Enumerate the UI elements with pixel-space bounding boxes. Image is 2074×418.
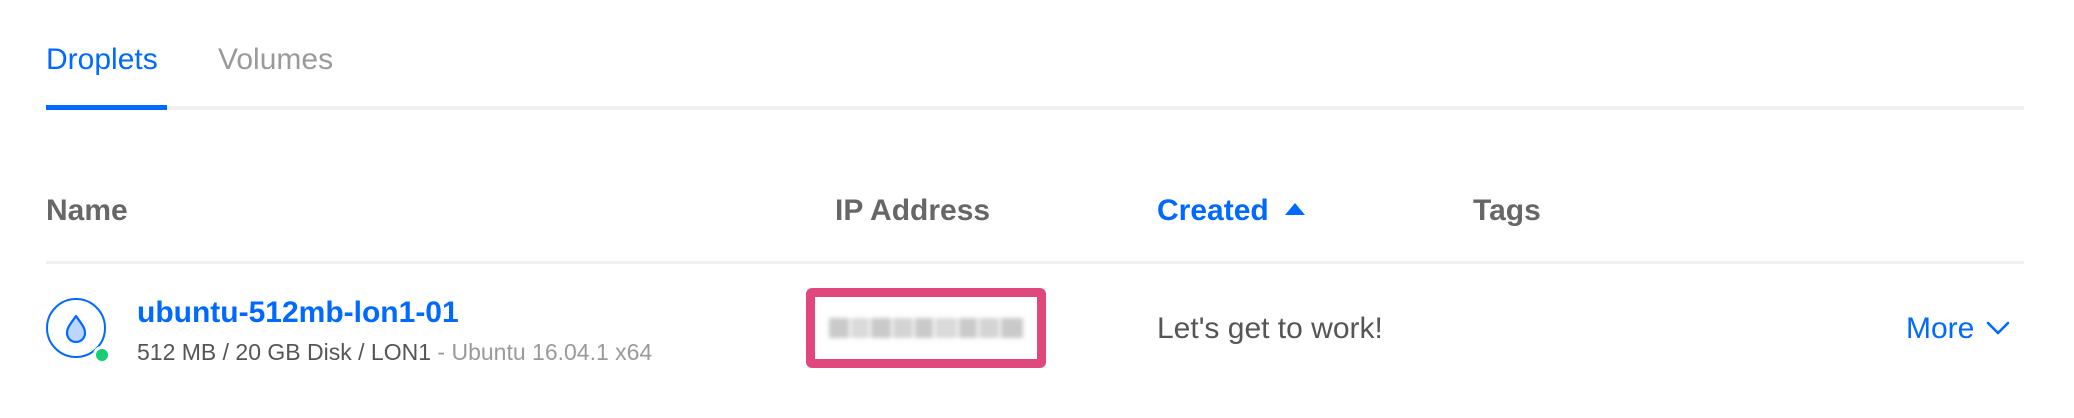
more-button-label: More [1906, 312, 1975, 345]
tab-droplets[interactable]: Droplets [46, 38, 158, 82]
column-header-created-label: Created [1157, 194, 1269, 227]
droplet-specs: 512 MB / 20 GB Disk / LON1 [137, 339, 432, 365]
droplet-separator: - [431, 339, 452, 365]
column-header-tags: Tags [1473, 194, 1541, 227]
ip-address-blur [829, 316, 1025, 340]
status-active-indicator [93, 346, 111, 364]
column-header-name[interactable]: Name [46, 188, 128, 234]
droplet-image: Ubuntu 16.04.1 x64 [451, 339, 653, 365]
more-button[interactable]: More [1906, 309, 2010, 349]
active-tab-indicator [46, 105, 167, 110]
sort-ascending-icon [1284, 203, 1305, 215]
tab-bar: Droplets Volumes [46, 0, 2024, 112]
chevron-down-icon [1987, 321, 2010, 335]
header-divider [46, 261, 2024, 264]
droplet-details: 512 MB / 20 GB Disk / LON1 - Ubuntu 16.0… [137, 336, 652, 368]
created-value: Let's get to work! [1157, 312, 1383, 345]
column-header-ip-address[interactable]: IP Address [835, 188, 990, 234]
droplet-name-link[interactable]: ubuntu-512mb-lon1-01 [137, 293, 459, 333]
tab-volumes[interactable]: Volumes [218, 38, 333, 82]
ip-address-redacted[interactable] [806, 288, 1046, 368]
tab-bar-divider [46, 106, 2024, 110]
column-header-created[interactable]: Created [1157, 188, 1305, 234]
